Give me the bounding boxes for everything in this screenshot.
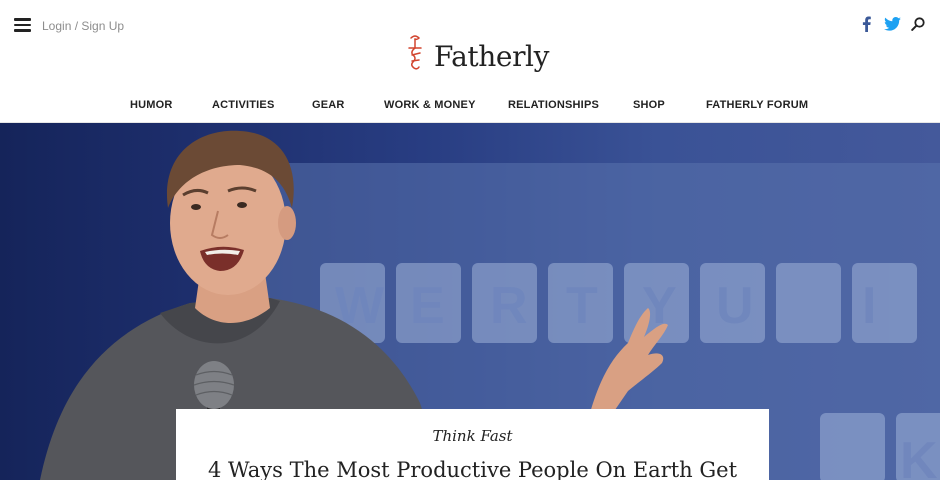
- site-header: Login / Sign Up Fatherly HUMOR ACTIVITIE…: [0, 0, 940, 123]
- screen-letter: R: [490, 277, 528, 335]
- nav-item-fatherly-forum[interactable]: FATHERLY FORUM: [706, 97, 808, 113]
- featured-article-card: Think Fast 4 Ways The Most Productive Pe…: [176, 409, 769, 480]
- twitter-icon[interactable]: [882, 14, 902, 34]
- nav-item-gear[interactable]: GEAR: [312, 97, 345, 113]
- screen-letter: E: [410, 277, 445, 335]
- menu-icon-bar: [14, 29, 31, 32]
- login-signup-link[interactable]: Login / Sign Up: [42, 18, 124, 34]
- article-kicker[interactable]: Think Fast: [176, 426, 769, 446]
- nav-item-humor[interactable]: HUMOR: [130, 97, 173, 113]
- social-links: [856, 14, 928, 34]
- facebook-icon[interactable]: [856, 14, 876, 34]
- screen-letter: K: [900, 432, 938, 480]
- fatherly-logo[interactable]: Fatherly: [404, 34, 549, 72]
- nav-item-relationships[interactable]: RELATIONSHIPS: [508, 97, 599, 113]
- nav-item-shop[interactable]: SHOP: [633, 97, 665, 113]
- menu-icon[interactable]: [14, 18, 31, 32]
- search-icon[interactable]: [908, 14, 928, 34]
- brand-name: Fatherly: [434, 40, 550, 73]
- screen-letter: I: [862, 277, 876, 335]
- screen-letter: U: [716, 277, 754, 335]
- nav-item-activities[interactable]: ACTIVITIES: [212, 97, 275, 113]
- nav-item-work-money[interactable]: WORK & MONEY: [384, 97, 476, 113]
- menu-icon-bar: [14, 23, 31, 26]
- fatherly-mark-icon: [408, 35, 422, 70]
- menu-icon-bar: [14, 18, 31, 21]
- article-headline[interactable]: 4 Ways The Most Productive People On Ear…: [176, 456, 769, 480]
- screen-letter: T: [566, 277, 598, 335]
